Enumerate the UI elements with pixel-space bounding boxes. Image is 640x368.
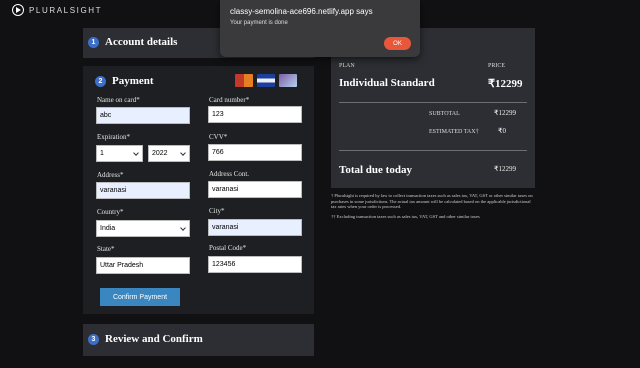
dialog-title: classy-semolina-ace696.netlify.app says [230, 7, 373, 16]
postal-code-input[interactable]: 123456 [208, 256, 302, 273]
accepted-cards [235, 74, 297, 87]
tax-note-2: †† Excluding transaction taxes such as s… [331, 213, 480, 219]
dialog-ok-button[interactable]: OK [384, 37, 411, 50]
card-number-label: Card number* [209, 96, 250, 104]
price-header: PRICE [488, 63, 506, 69]
chevron-down-icon [180, 150, 186, 156]
summary-divider [339, 150, 527, 151]
expiration-month-value: 1 [100, 150, 104, 157]
plan-header: PLAN [339, 63, 355, 69]
card-number-input[interactable]: 123 [208, 106, 302, 123]
review-confirm-heading: Review and Confirm [105, 333, 203, 345]
step-number: 2 [95, 75, 106, 87]
play-icon [12, 4, 24, 16]
country-select[interactable]: India [96, 220, 190, 237]
name-on-card-input[interactable]: abc [96, 107, 190, 124]
estimated-tax-value: ₹0 [498, 127, 506, 135]
visa-card-icon [257, 74, 275, 87]
review-confirm-panel[interactable]: 3 Review and Confirm [83, 324, 314, 356]
step-number: 3 [88, 333, 99, 345]
expiration-month-select[interactable]: 1 [96, 145, 143, 162]
cvv-input[interactable]: 766 [208, 144, 302, 161]
city-label: City* [209, 207, 225, 215]
chevron-down-icon [180, 225, 186, 231]
mastercard-icon [235, 74, 253, 87]
subtotal-label: SUBTOTAL [429, 111, 460, 117]
state-label: State* [97, 245, 115, 253]
account-step-title: 1 Account details [88, 36, 177, 48]
amex-card-icon [279, 74, 297, 87]
address-cont-label: Address Cont. [209, 170, 250, 178]
review-step-title: 3 Review and Confirm [88, 333, 203, 345]
subtotal-value: ₹12299 [494, 109, 516, 117]
expiration-label: Expiration* [97, 133, 131, 141]
expiration-year-value: 2022 [152, 150, 168, 157]
postal-code-label: Postal Code* [209, 244, 247, 252]
cvv-label: CVV* [209, 133, 228, 141]
country-label: Country* [97, 208, 124, 216]
payment-step-title: 2 Payment [95, 75, 154, 87]
pluralsight-logo[interactable]: PLURALSIGHT [12, 4, 102, 16]
country-value: India [100, 225, 116, 232]
account-details-heading: Account details [105, 36, 178, 48]
state-input[interactable]: Uttar Pradesh [96, 257, 190, 274]
address-cont-input[interactable]: varanasi [208, 181, 302, 198]
tax-note-1: † Pluralsight is required by law to coll… [331, 193, 533, 210]
tax-notes: † Pluralsight is required by law to coll… [331, 193, 536, 223]
confirm-payment-button[interactable]: Confirm Payment [100, 288, 180, 306]
step-number: 1 [88, 36, 99, 48]
total-due-label: Total due today [339, 164, 412, 176]
dialog-message: Your payment is done [230, 20, 288, 26]
payment-heading: Payment [112, 75, 154, 87]
expiration-year-select[interactable]: 2022 [148, 145, 190, 162]
chevron-down-icon [133, 150, 139, 156]
alert-dialog: classy-semolina-ace696.netlify.app says … [220, 0, 420, 57]
summary-divider [339, 102, 527, 103]
plan-name: Individual Standard [339, 77, 435, 89]
logo-text: PLURALSIGHT [29, 5, 103, 15]
address-label: Address* [97, 171, 124, 179]
plan-price: ₹12299 [488, 78, 523, 90]
city-input[interactable]: varanasi [208, 219, 302, 236]
total-due-value: ₹12299 [494, 165, 516, 173]
name-on-card-label: Name on card* [97, 96, 140, 104]
estimated-tax-label: ESTIMATED TAX† [429, 129, 479, 135]
address-input[interactable]: varanasi [96, 182, 190, 199]
